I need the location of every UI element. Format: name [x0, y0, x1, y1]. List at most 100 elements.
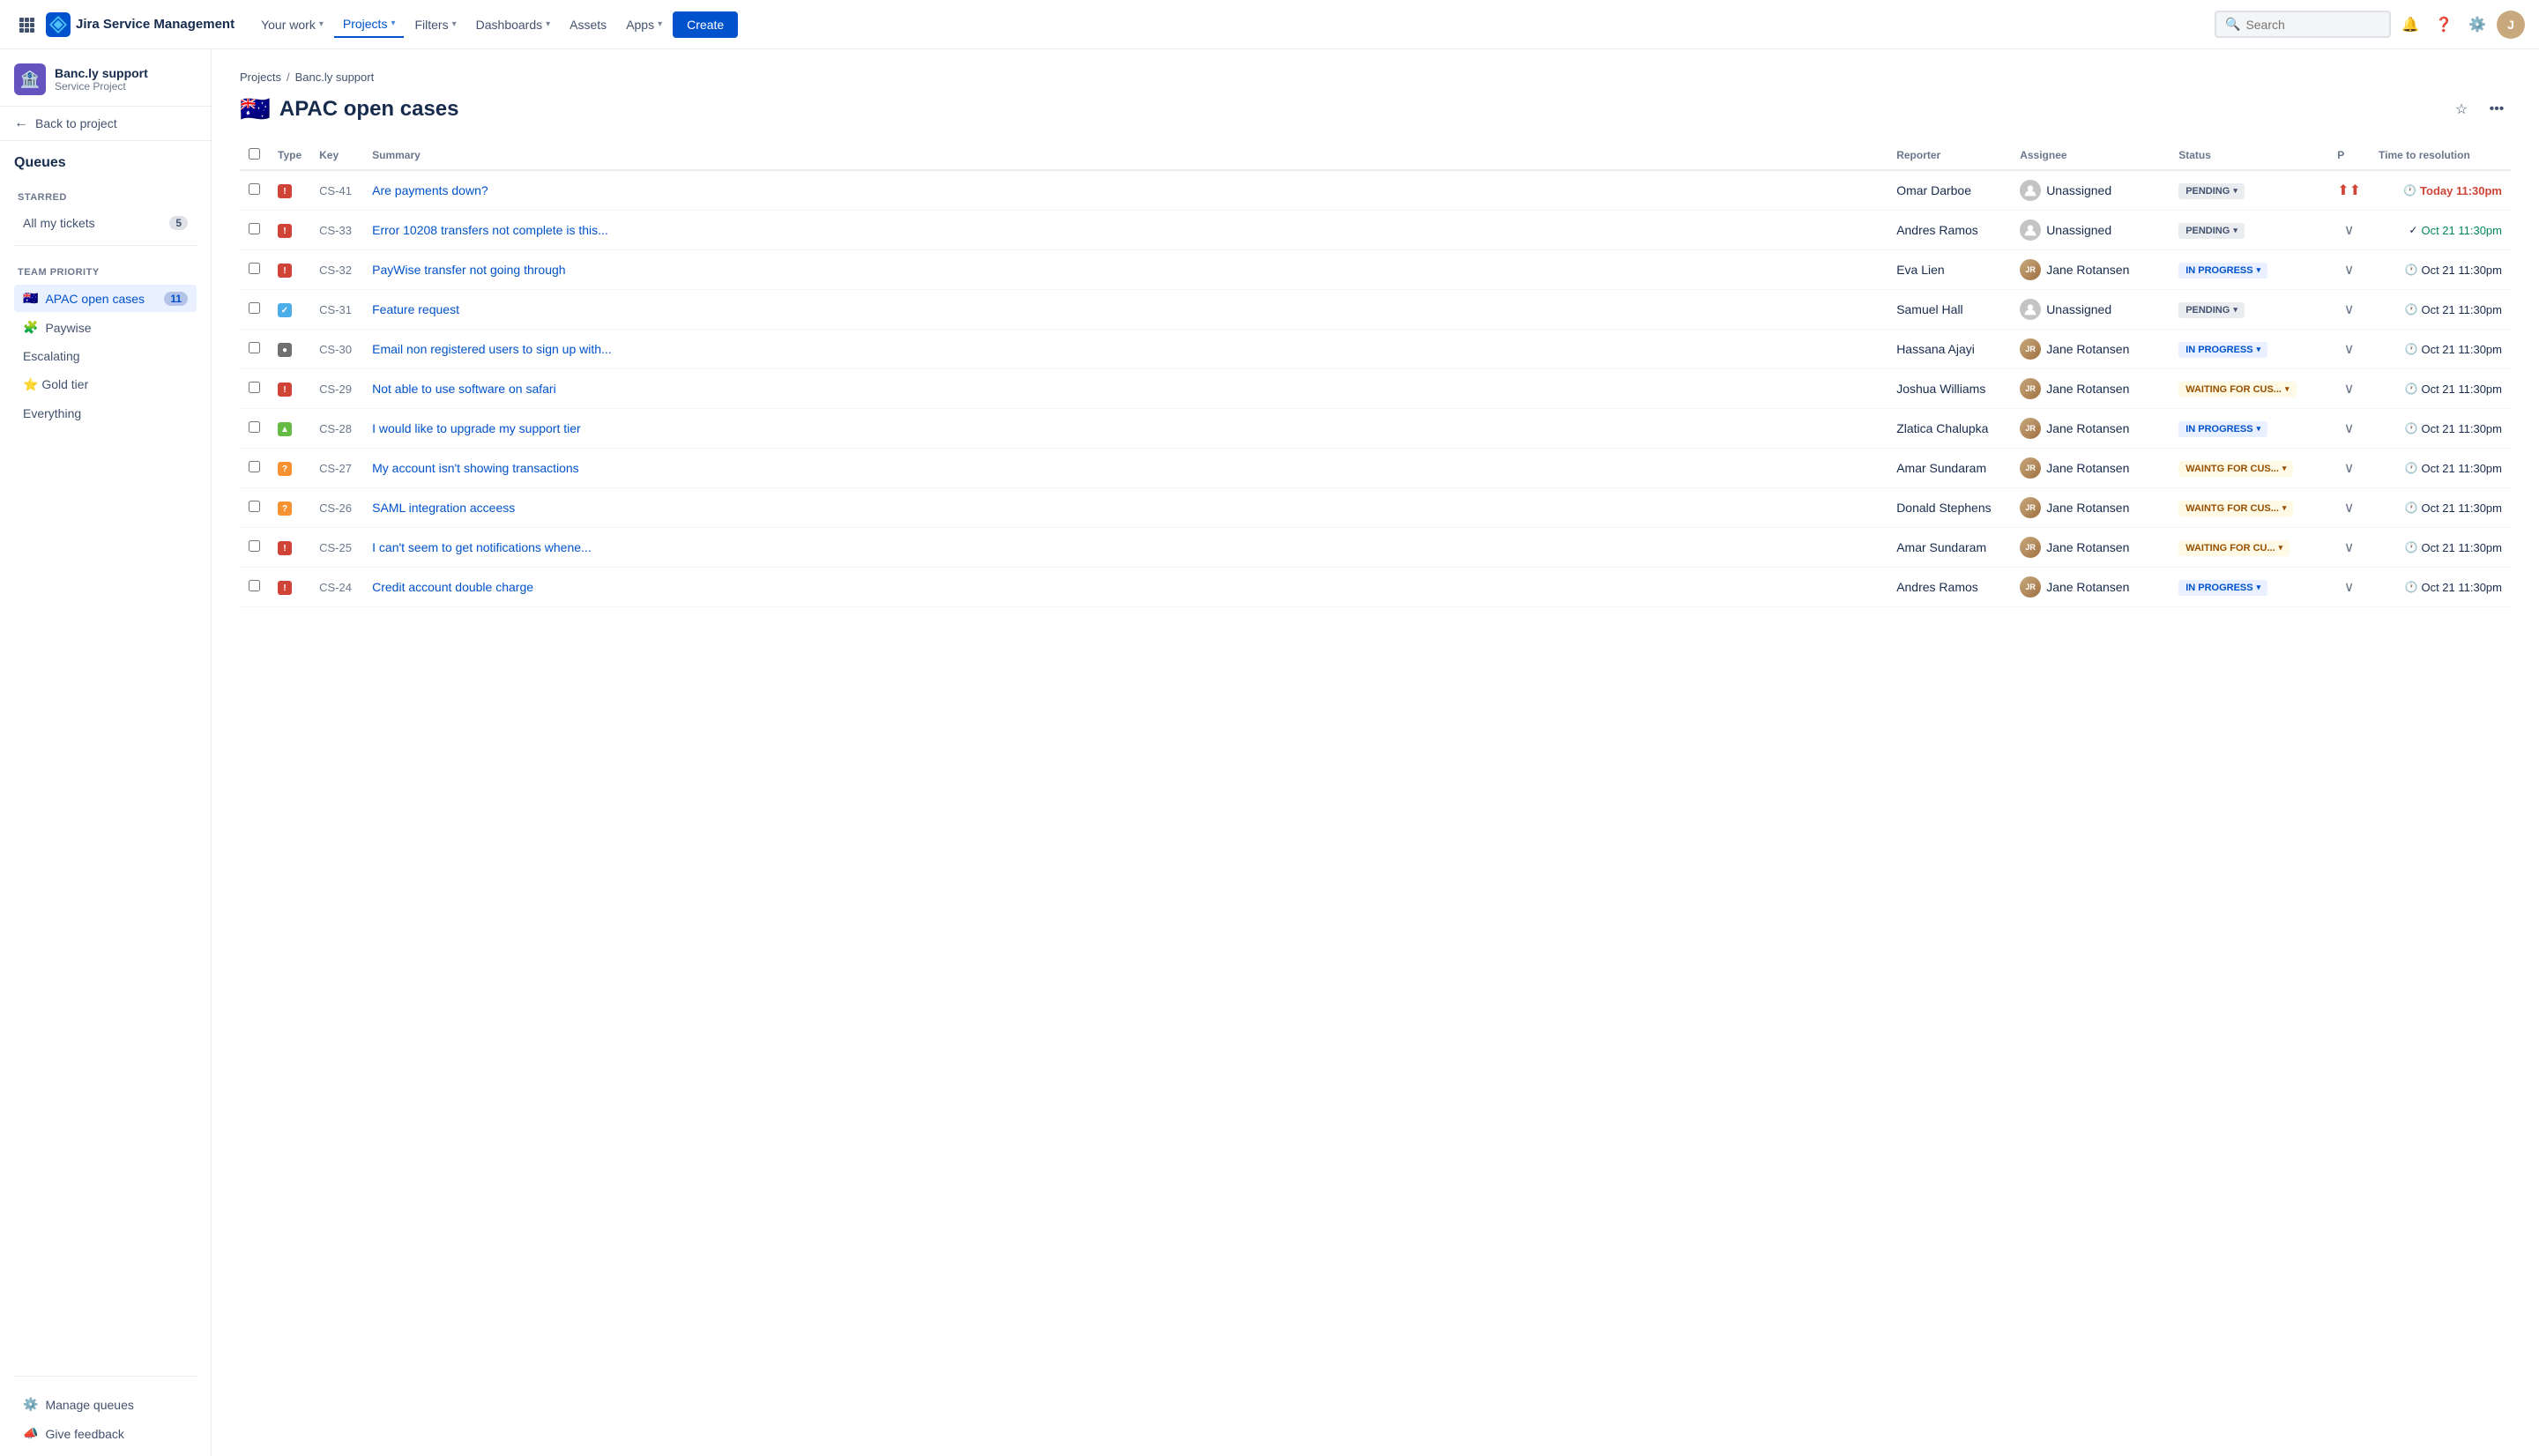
nav-apps[interactable]: Apps ▾	[617, 12, 671, 37]
time-cell: 🕐Oct 21 11:30pm	[2379, 383, 2502, 396]
status-badge[interactable]: IN PROGRESS ▾	[2178, 263, 2267, 279]
sidebar-item-escalating[interactable]: Escalating	[14, 343, 197, 369]
row-checkbox[interactable]	[249, 540, 260, 552]
chevron-down-icon: ▾	[2257, 583, 2261, 592]
issue-summary[interactable]: My account isn't showing transactions	[372, 461, 579, 475]
sidebar-item-gold-tier[interactable]: ⭐ Gold tier	[14, 371, 197, 398]
grid-menu-button[interactable]	[14, 12, 39, 37]
back-icon: ←	[14, 115, 28, 131]
status-badge[interactable]: WAITING FOR CU... ▾	[2178, 540, 2290, 556]
create-button[interactable]: Create	[673, 11, 738, 38]
status-badge[interactable]: WAITING FOR CUS... ▾	[2178, 382, 2296, 397]
row-checkbox[interactable]	[249, 302, 260, 314]
row-checkbox[interactable]	[249, 461, 260, 472]
starred-label: STARRED	[14, 192, 197, 203]
table-row[interactable]: !CS-25I can't seem to get notifications …	[240, 528, 2511, 568]
reporter-name: Amar Sundaram	[1896, 540, 1986, 554]
row-checkbox[interactable]	[249, 580, 260, 591]
table-row[interactable]: ●CS-30Email non registered users to sign…	[240, 330, 2511, 369]
issue-summary[interactable]: I would like to upgrade my support tier	[372, 421, 581, 435]
breadcrumb-projects[interactable]: Projects	[240, 71, 281, 84]
team-priority-section: TEAM PRIORITY 🇦🇺 APAC open cases 11 🧩 Pa…	[0, 253, 211, 428]
user-avatar[interactable]: J	[2497, 11, 2525, 39]
sidebar-item-all-tickets[interactable]: All my tickets 5	[14, 210, 197, 236]
star-button[interactable]: ☆	[2447, 95, 2476, 123]
issue-summary[interactable]: PayWise transfer not going through	[372, 263, 565, 277]
status-badge[interactable]: WAINTG FOR CUS... ▾	[2178, 461, 2293, 477]
table-row[interactable]: ▲CS-28I would like to upgrade my support…	[240, 409, 2511, 449]
reporter-name: Samuel Hall	[1896, 302, 1962, 316]
table-row[interactable]: !CS-32PayWise transfer not going through…	[240, 250, 2511, 290]
issue-summary[interactable]: SAML integration acceess	[372, 501, 515, 515]
time-cell: 🕐Oct 21 11:30pm	[2379, 303, 2502, 316]
sidebar-give-feedback[interactable]: 📣 Give feedback	[14, 1420, 197, 1447]
issue-summary[interactable]: I can't seem to get notifications whene.…	[372, 540, 592, 554]
page-header: 🇦🇺 APAC open cases ☆ •••	[240, 94, 2511, 123]
breadcrumb-project[interactable]: Banc.ly support	[295, 71, 375, 84]
settings-button[interactable]: ⚙️	[2463, 11, 2491, 39]
row-checkbox[interactable]	[249, 223, 260, 234]
sidebar: 🏦 Banc.ly support Service Project ← Back…	[0, 49, 212, 1456]
row-checkbox[interactable]	[249, 382, 260, 393]
back-to-project[interactable]: ← Back to project	[0, 107, 211, 141]
sidebar-manage-queues[interactable]: ⚙️ Manage queues	[14, 1391, 197, 1418]
status-badge[interactable]: WAINTG FOR CUS... ▾	[2178, 501, 2293, 516]
search-box[interactable]: 🔍	[2215, 11, 2391, 38]
status-badge[interactable]: IN PROGRESS ▾	[2178, 421, 2267, 437]
status-badge[interactable]: PENDING ▾	[2178, 183, 2245, 199]
search-input[interactable]	[2245, 18, 2380, 32]
sidebar-item-paywise[interactable]: 🧩 Paywise	[14, 314, 197, 341]
issue-summary[interactable]: Feature request	[372, 302, 459, 316]
chevron-down-icon: ▾	[2279, 543, 2283, 553]
time-value: Oct 21 11:30pm	[2421, 264, 2502, 277]
assignee-cell: Unassigned	[2020, 299, 2161, 320]
type-icon: ?	[278, 462, 292, 476]
type-icon: !	[278, 383, 292, 397]
time-icon: 🕐	[2405, 501, 2418, 514]
type-icon: !	[278, 581, 292, 595]
table-row[interactable]: ?CS-26SAML integration acceessDonald Ste…	[240, 488, 2511, 528]
time-icon: 🕐	[2405, 422, 2418, 435]
issue-summary[interactable]: Are payments down?	[372, 183, 488, 197]
issue-summary[interactable]: Error 10208 transfers not complete is th…	[372, 223, 608, 237]
manage-queues-label: Manage queues	[45, 1398, 133, 1412]
row-checkbox[interactable]	[249, 421, 260, 433]
nav-filters[interactable]: Filters ▾	[406, 12, 465, 37]
notifications-button[interactable]: 🔔	[2396, 11, 2424, 39]
table-row[interactable]: !CS-24Credit account double chargeAndres…	[240, 568, 2511, 607]
row-checkbox[interactable]	[249, 501, 260, 512]
help-button[interactable]: ❓	[2430, 11, 2458, 39]
more-actions-button[interactable]: •••	[2483, 95, 2511, 123]
row-checkbox[interactable]	[249, 342, 260, 353]
status-badge[interactable]: PENDING ▾	[2178, 302, 2245, 318]
nav-dashboards[interactable]: Dashboards ▾	[467, 12, 560, 37]
table-row[interactable]: !CS-29Not able to use software on safari…	[240, 369, 2511, 409]
th-assignee: Assignee	[2011, 141, 2170, 170]
time-value: Oct 21 11:30pm	[2421, 501, 2502, 515]
table-row[interactable]: !CS-41Are payments down?Omar DarboeUnass…	[240, 170, 2511, 211]
sidebar-item-apac[interactable]: 🇦🇺 APAC open cases 11	[14, 285, 197, 312]
nav-projects[interactable]: Projects ▾	[334, 11, 405, 38]
sidebar-item-everything[interactable]: Everything	[14, 400, 197, 427]
nav-your-work[interactable]: Your work ▾	[252, 12, 332, 37]
issue-summary[interactable]: Credit account double charge	[372, 580, 533, 594]
table-row[interactable]: !CS-33Error 10208 transfers not complete…	[240, 211, 2511, 250]
row-checkbox[interactable]	[249, 263, 260, 274]
chevron-down-icon: ▾	[319, 19, 324, 29]
status-badge[interactable]: IN PROGRESS ▾	[2178, 580, 2267, 596]
row-checkbox[interactable]	[249, 183, 260, 195]
table-row[interactable]: ✓CS-31Feature requestSamuel HallUnassign…	[240, 290, 2511, 330]
assignee-name: Unassigned	[2046, 302, 2111, 316]
brand-logo[interactable]: Jira Service Management	[46, 12, 235, 37]
select-all-checkbox[interactable]	[249, 148, 260, 160]
status-badge[interactable]: IN PROGRESS ▾	[2178, 342, 2267, 358]
issue-summary[interactable]: Email non registered users to sign up wi…	[372, 342, 612, 356]
time-value: Oct 21 11:30pm	[2421, 541, 2502, 554]
nav-assets[interactable]: Assets	[561, 12, 615, 37]
assignee-cell: JRJane Rotansen	[2020, 259, 2161, 280]
sidebar-item-label: All my tickets	[23, 216, 95, 230]
apps-grid-icon[interactable]	[14, 12, 39, 37]
issue-summary[interactable]: Not able to use software on safari	[372, 382, 556, 396]
table-row[interactable]: ?CS-27My account isn't showing transacti…	[240, 449, 2511, 488]
status-badge[interactable]: PENDING ▾	[2178, 223, 2245, 239]
